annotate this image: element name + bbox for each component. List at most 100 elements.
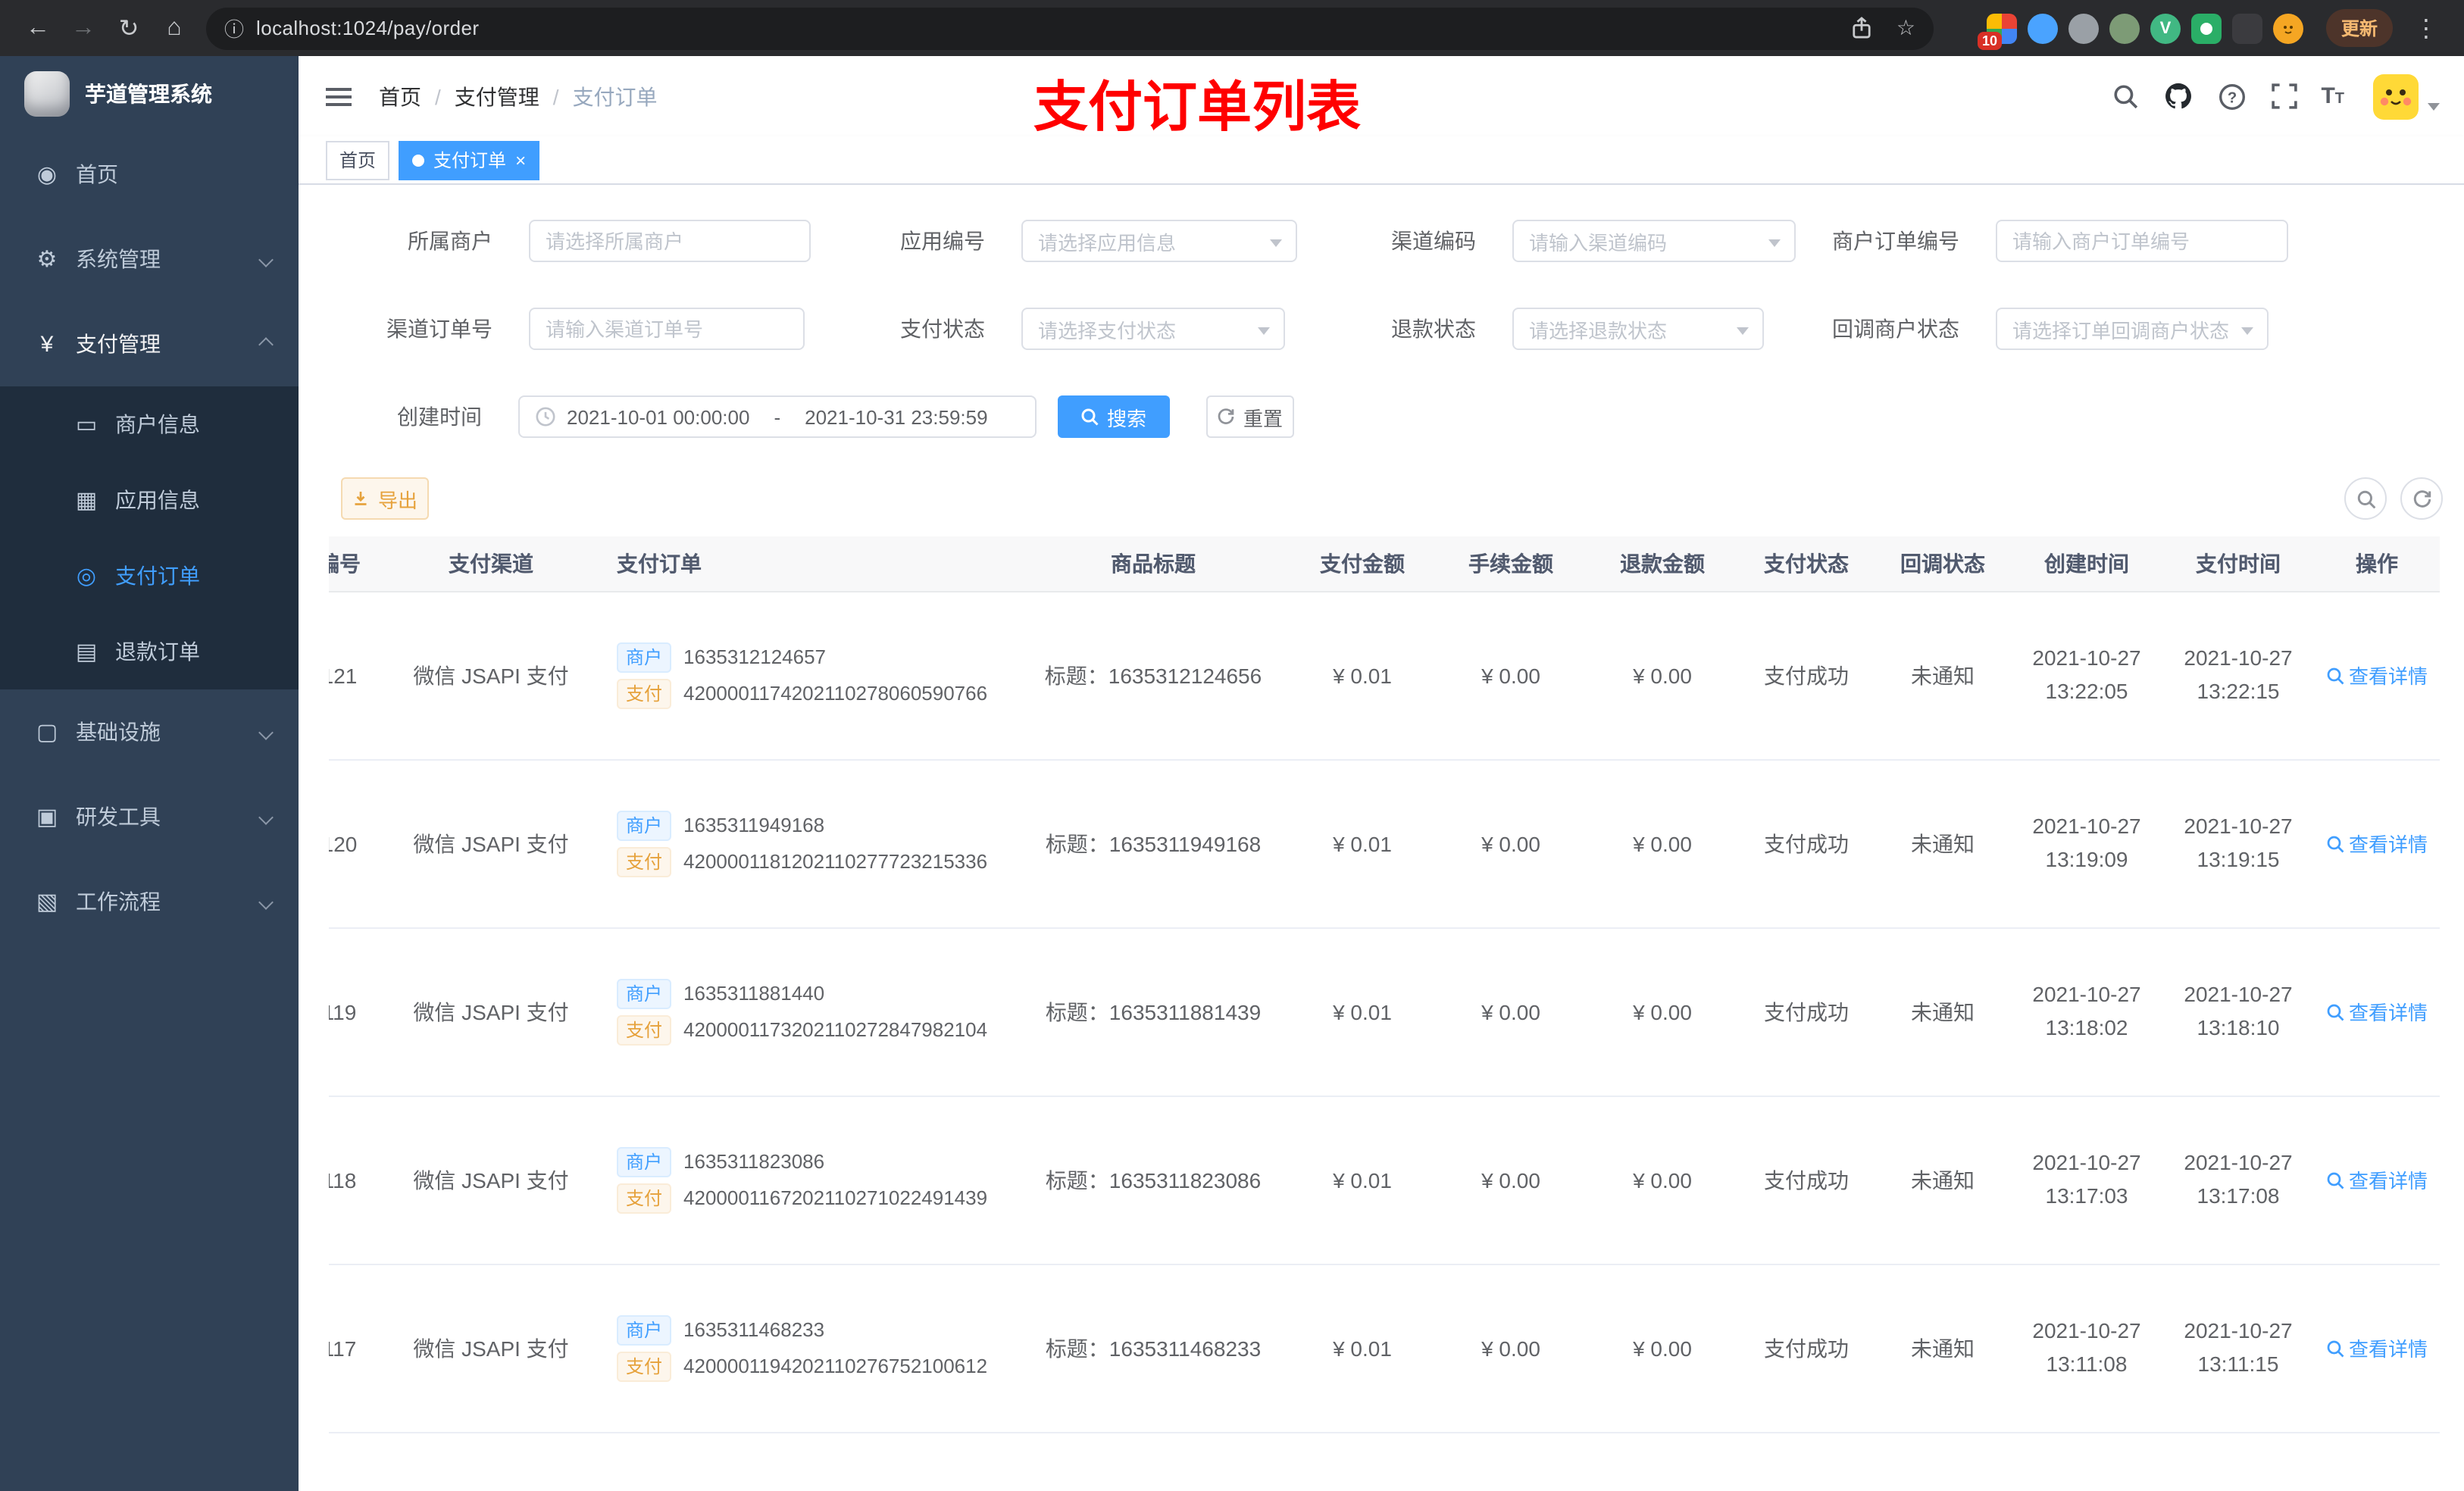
create-time: 13:19:09 <box>2045 846 2128 871</box>
merchant-input[interactable] <box>529 220 811 262</box>
sidebar-item-dev-tools[interactable]: ▣ 研发工具 <box>0 774 299 859</box>
refresh-button[interactable] <box>2400 477 2443 520</box>
magnifier-icon <box>2327 1003 2344 1021</box>
yen-icon: ¥ <box>40 331 54 357</box>
merchant-order-no-input[interactable] <box>1996 220 2288 262</box>
sidebar-item-infrastructure[interactable]: ▢ 基础设施 <box>0 689 299 774</box>
view-detail-link[interactable]: 查看详情 <box>2326 661 2428 689</box>
chevron-down-icon <box>258 809 274 824</box>
app-logo[interactable]: 芋道管理系统 <box>0 56 299 132</box>
select-placeholder: 请选择应用信息 <box>1038 231 1177 254</box>
site-info-icon[interactable]: ⓘ <box>224 14 244 42</box>
tags-view-bar: 首页 支付订单 × <box>299 136 2464 185</box>
reset-button[interactable]: 重置 <box>1206 395 1294 438</box>
magnifier-icon <box>2327 667 2344 684</box>
tab-home[interactable]: 首页 <box>326 140 390 180</box>
view-detail-link[interactable]: 查看详情 <box>2326 829 2428 858</box>
tab-pay-order[interactable]: 支付订单 × <box>399 140 540 180</box>
refund-status-select[interactable]: 请选择退款状态 <box>1512 308 1764 350</box>
extension-drop-icon[interactable] <box>2027 13 2058 43</box>
filter-label-channel-order-no: 渠道订单号 <box>386 317 492 341</box>
extension-olive-icon[interactable] <box>2109 13 2140 43</box>
view-detail-link[interactable]: 查看详情 <box>2326 997 2428 1026</box>
notify-status-select[interactable]: 请选择订单回调商户状态 <box>1996 308 2269 350</box>
create-date: 2021-10-27 <box>2032 1318 2141 1343</box>
sidebar-item-label: 商户信息 <box>115 412 200 436</box>
table-row: 120 微信 JSAPI 支付 商户 1635311949168 支付 4200… <box>329 759 2440 928</box>
sidebar-item-app-info[interactable]: ▦ 应用信息 <box>0 462 299 538</box>
search-icon[interactable] <box>2109 80 2142 113</box>
extensions-area: 10 V 更新 ⋮ <box>1977 9 2449 49</box>
filter-label-pay-status: 支付状态 <box>900 317 985 341</box>
breadcrumb-home[interactable]: 首页 <box>379 81 421 111</box>
pay-time: 13:22:15 <box>2197 678 2280 702</box>
view-detail-link[interactable]: 查看详情 <box>2326 1165 2428 1194</box>
create-time-range-picker[interactable]: 2021-10-01 00:00:00 - 2021-10-31 23:59:5… <box>518 395 1037 438</box>
font-size-icon[interactable]: TT <box>2321 83 2344 109</box>
share-icon[interactable] <box>1845 11 1878 45</box>
merchant-order-no: 1635311468233 <box>683 1318 825 1341</box>
extension-dark-icon[interactable] <box>2231 13 2262 43</box>
merchant-tag: 商户 <box>617 978 672 1008</box>
pay-status: 支付成功 <box>1764 831 1849 855</box>
breadcrumb-pay-management[interactable]: 支付管理 <box>455 81 539 111</box>
extension-gray-icon[interactable] <box>2068 13 2099 43</box>
github-icon[interactable] <box>2162 80 2195 113</box>
sidebar-item-pay-order[interactable]: ◎ 支付订单 <box>0 538 299 614</box>
sidebar-item-system[interactable]: ⚙ 系统管理 <box>0 217 299 302</box>
product-title: 标题：1635312124656 <box>1044 663 1262 687</box>
sidebar-item-workflow[interactable]: ▧ 工作流程 <box>0 859 299 944</box>
app-no-select[interactable]: 请选择应用信息 <box>1021 220 1297 262</box>
vue-devtools-icon[interactable]: V <box>2150 13 2181 43</box>
help-icon[interactable]: ? <box>2215 80 2248 113</box>
channel-order-no-input[interactable] <box>529 308 805 350</box>
pay-order-no: 4200001174202110278060590766 <box>683 682 988 705</box>
user-menu[interactable] <box>2373 73 2440 119</box>
back-icon[interactable]: ← <box>15 14 61 42</box>
select-placeholder: 请选择支付状态 <box>1038 319 1177 342</box>
breadcrumb-separator: / <box>435 84 441 108</box>
filter-label-app-no: 应用编号 <box>900 229 985 253</box>
close-icon[interactable]: × <box>515 151 526 169</box>
search-toggle-button[interactable] <box>2344 477 2387 520</box>
active-dot-icon <box>412 154 425 166</box>
fee-amount: ¥ 0.00 <box>1481 663 1540 687</box>
sidebar-item-payment[interactable]: ¥ 支付管理 <box>0 302 299 386</box>
reload-icon[interactable]: ↻ <box>106 13 152 43</box>
sidebar-item-home[interactable]: ◉ 首页 <box>0 132 299 217</box>
extension-chat-icon[interactable] <box>2190 13 2222 43</box>
sidebar-item-refund-order[interactable]: ▤ 退款订单 <box>0 614 299 689</box>
browser-menu-icon[interactable]: ⋮ <box>2403 13 2449 43</box>
navbar-actions: ? TT <box>2109 73 2440 119</box>
sidebar-item-merchant-info[interactable]: ▭ 商户信息 <box>0 386 299 462</box>
home-icon[interactable]: ⌂ <box>152 14 197 42</box>
magnifier-icon <box>2327 1171 2344 1189</box>
magnifier-icon <box>2327 1339 2344 1357</box>
pay-tag: 支付 <box>617 846 672 877</box>
table-row: 118 微信 JSAPI 支付 商户 1635311823086 支付 4200… <box>329 1096 2440 1264</box>
pay-channel: 微信 JSAPI 支付 <box>413 1336 569 1360</box>
channel-code-select[interactable]: 请输入渠道编码 <box>1512 220 1796 262</box>
col-id: 编号 <box>329 536 389 592</box>
search-button-label: 搜索 <box>1106 407 1146 430</box>
create-date: 2021-10-27 <box>2032 645 2141 670</box>
extension-colorful-icon[interactable]: 10 <box>1977 13 2017 49</box>
merchant-order-no: 1635311823086 <box>683 1150 825 1173</box>
address-bar[interactable]: ⓘ localhost:1024/pay/order ☆ <box>206 7 1934 49</box>
pay-time: 13:18:10 <box>2197 1014 2280 1039</box>
pay-status-select[interactable]: 请选择支付状态 <box>1021 308 1285 350</box>
browser-update-button[interactable]: 更新 <box>2325 9 2393 47</box>
forward-icon[interactable]: → <box>61 14 106 42</box>
fullscreen-icon[interactable] <box>2268 80 2301 113</box>
view-detail-label: 查看详情 <box>2348 833 2428 856</box>
extension-face-icon[interactable] <box>2272 13 2303 43</box>
tab-label: 支付订单 <box>433 150 507 171</box>
export-button[interactable]: 导出 <box>341 477 429 520</box>
merchant-tag: 商户 <box>617 810 672 840</box>
sidebar-toggle-icon[interactable] <box>323 81 355 111</box>
dropdown-caret-icon <box>2428 103 2440 111</box>
view-detail-link[interactable]: 查看详情 <box>2326 1333 2428 1362</box>
pay-amount: ¥ 0.01 <box>1333 999 1392 1024</box>
bookmark-star-icon[interactable]: ☆ <box>1896 15 1915 41</box>
search-button[interactable]: 搜索 <box>1058 395 1170 438</box>
